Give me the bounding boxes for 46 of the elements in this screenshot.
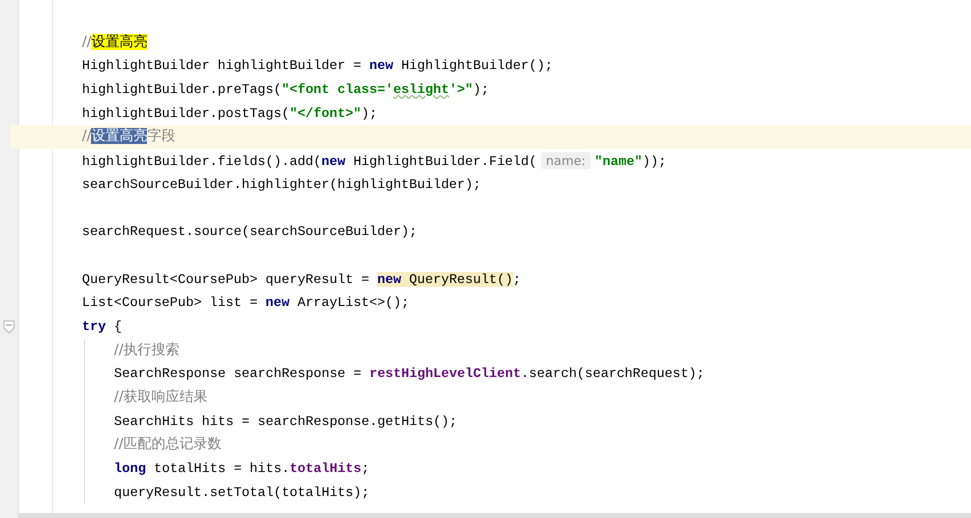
search-match: 设置高亮 [91,34,148,50]
code-text: ArrayList<>(); [296,295,410,310]
code-text: HighlightBuilder highlightBuilder = [82,58,362,74]
code-text: queryResult.setTotal(totalHits); [114,484,370,500]
code-text: totalHits = hits. [152,461,290,476]
code-text: HighlightBuilder.Field( [352,154,537,170]
selected-text: 设置高亮 [91,128,148,144]
code-text: highlightBuilder.preTags( [82,82,282,98]
code-text: .search(searchRequest); [520,366,704,382]
code-text: highlightBuilder.fields().add( [82,154,322,170]
string-literal: "<font class=' [282,82,394,98]
code-text: )); [642,154,666,170]
keyword: try [82,318,106,334]
code-text: SearchResponse searchResponse = [114,366,362,382]
code-comment: // [82,128,92,144]
string-literal: "name" [594,154,642,170]
code-comment: //匹配的总记录数 [114,436,222,452]
code-text: QueryResult() [401,272,513,287]
keyword: new [321,154,346,170]
code-comment: //执行搜索 [114,342,180,358]
code-text: searchRequest.source(searchSourceBuilder); [82,224,418,240]
code-text: SearchHits hits = searchResponse.getHits(); [114,414,458,429]
code-text: ); [361,106,378,121]
string-literal: eslight [393,82,450,98]
string-literal: "</font>" [289,106,362,121]
keyword: new [377,272,402,287]
code-text: HighlightBuilder(); [400,58,553,74]
code-text: ; [512,272,521,287]
code-comment: // [82,34,92,50]
keyword: new [369,58,394,74]
code-text: QueryResult<CoursePub> queryResult = [82,272,370,287]
field-name: restHighLevelClient [369,366,521,382]
code-comment: //获取响应结果 [114,389,208,405]
keyword: long [114,461,146,476]
keyword: new [266,295,290,310]
parameter-hint: name: [540,152,591,170]
code-text: { [112,318,122,334]
field-name: totalHits [290,461,362,476]
code-text: ; [361,461,370,476]
code-text: List<CoursePub> list = [82,295,259,310]
string-literal: '>" [449,82,474,98]
code-text: highlightBuilder.postTags( [82,106,290,121]
scrollbar[interactable] [18,513,971,518]
code-comment: 字段 [147,128,176,144]
code-text: ); [473,82,489,98]
code-text: searchSourceBuilder.highlighter(highlightBuilder); [82,176,481,192]
